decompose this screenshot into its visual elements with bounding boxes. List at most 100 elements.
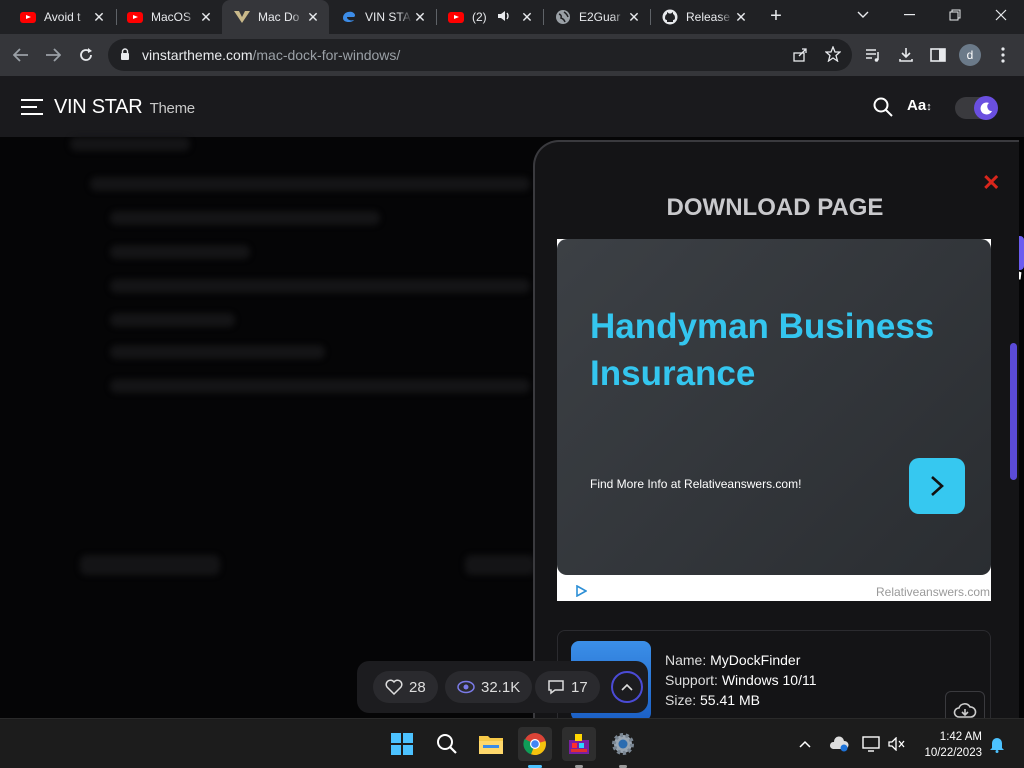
windows-taskbar: 1:42 AM 10/22/2023: [0, 718, 1024, 768]
clock-date: 10/22/2023: [924, 747, 982, 759]
download-icon[interactable]: [893, 42, 919, 68]
moon-icon: [974, 96, 998, 120]
tab-4[interactable]: VIN STA ✕: [329, 0, 436, 34]
hamburger-menu-icon[interactable]: [20, 98, 44, 121]
tab-title: Release: [686, 10, 731, 24]
start-button[interactable]: [385, 727, 419, 761]
ad-headline: Handyman Business Insurance: [590, 307, 935, 393]
youtube-icon: [20, 9, 36, 25]
tab-title: E2Guar: [579, 10, 621, 24]
reload-button[interactable]: [73, 42, 99, 68]
ad-arrow-button[interactable]: [909, 458, 965, 514]
file-support-row: Support: Windows 10/11: [665, 672, 817, 688]
audio-playing-icon[interactable]: [497, 10, 519, 25]
url-path: /mac-dock-for-windows/: [252, 47, 401, 63]
address-bar[interactable]: vinstartheme.com/mac-dock-for-windows/: [108, 39, 852, 71]
app-button[interactable]: [562, 727, 596, 768]
search-icon[interactable]: [873, 97, 893, 122]
restore-button[interactable]: [932, 0, 978, 30]
folder-icon: [479, 736, 503, 754]
close-tab-icon[interactable]: ✕: [91, 9, 107, 26]
font-size-label: Aa: [907, 97, 927, 114]
profile-avatar[interactable]: d: [957, 42, 983, 68]
taskbar-search-button[interactable]: [430, 727, 464, 761]
vinstar-icon: [234, 9, 250, 25]
tab-title: VIN STA: [365, 10, 411, 24]
show-hidden-icons-button[interactable]: [790, 727, 820, 761]
tab-5[interactable]: (2) ✕: [436, 0, 543, 34]
close-tab-icon[interactable]: ✕: [198, 9, 214, 26]
cloud-icon: [829, 736, 849, 752]
ad-domain[interactable]: Relativeanswers.com: [876, 585, 990, 599]
clock-time: 1:42 AM: [939, 731, 982, 743]
onedrive-tray-icon[interactable]: [824, 727, 854, 761]
speaker-muted-icon: [888, 737, 905, 751]
tab-6[interactable]: E2Guar ✕: [543, 0, 650, 34]
media-control-icon[interactable]: [860, 42, 886, 68]
chrome-icon: [523, 733, 546, 756]
advertisement[interactable]: Handyman Business Insurance Find More In…: [557, 239, 991, 601]
settings-button[interactable]: [606, 727, 640, 768]
comments-button[interactable]: 17: [535, 671, 600, 703]
url-domain: vinstartheme.com: [142, 47, 253, 63]
chrome-button[interactable]: [518, 727, 552, 768]
share-icon[interactable]: [792, 47, 808, 68]
side-panel-icon[interactable]: [925, 42, 951, 68]
views-counter: 32.1K: [445, 671, 533, 703]
modal-scrollbar[interactable]: [1010, 343, 1017, 480]
tab-search-button[interactable]: [840, 0, 886, 30]
file-name: MyDockFinder: [710, 652, 801, 668]
close-tab-icon[interactable]: ✕: [412, 9, 428, 26]
youtube-icon: [448, 9, 464, 25]
search-icon: [437, 734, 457, 754]
tab-title: Mac Do: [258, 10, 300, 24]
new-tab-button[interactable]: +: [764, 6, 788, 28]
cloud-download-icon[interactable]: [945, 691, 985, 720]
like-button[interactable]: 28: [373, 671, 438, 703]
adchoices-icon[interactable]: [576, 584, 588, 600]
tab-3-active[interactable]: Mac Do ✕: [222, 0, 329, 34]
tab-7[interactable]: Release ✕: [650, 0, 757, 34]
forward-button[interactable]: [40, 42, 66, 68]
volume-tray-icon[interactable]: [882, 727, 912, 761]
close-tab-icon[interactable]: ✕: [305, 9, 321, 26]
close-tab-icon[interactable]: ✕: [626, 9, 642, 26]
font-size-button[interactable]: Aa↕: [907, 97, 932, 114]
tab-2[interactable]: MacOS ✕: [115, 0, 222, 34]
site-header: VIN STAR Theme Aa↕: [0, 76, 1024, 137]
profile-initial: d: [959, 44, 981, 66]
menu-dots-icon[interactable]: [990, 42, 1016, 68]
browser-tab-strip: Avoid t ✕ MacOS ✕ Mac Do ✕ VIN STA ✕ (2)…: [0, 0, 1024, 34]
gear-icon: [612, 733, 634, 755]
tab-title: (2): [472, 10, 487, 24]
site-logo[interactable]: VIN STAR Theme: [54, 96, 195, 119]
chevron-up-icon: [799, 740, 811, 748]
file-explorer-button[interactable]: [474, 727, 508, 761]
url-text: vinstartheme.com/mac-dock-for-windows/: [142, 47, 400, 63]
file-support: Windows 10/11: [721, 672, 817, 688]
tab-1[interactable]: Avoid t ✕: [8, 0, 115, 34]
file-name-row: Name: MyDockFinder: [665, 652, 800, 668]
lock-icon[interactable]: [120, 48, 130, 66]
file-size: 55.41 MB: [700, 692, 760, 708]
modal-close-button[interactable]: ✕: [982, 170, 1000, 196]
close-tab-icon[interactable]: ✕: [733, 9, 749, 26]
ad-card[interactable]: Handyman Business Insurance Find More In…: [557, 239, 991, 575]
close-window-button[interactable]: [978, 0, 1024, 30]
github-icon: [662, 9, 678, 25]
dark-mode-toggle[interactable]: [955, 96, 998, 120]
view-count: 32.1K: [481, 678, 521, 696]
scroll-to-top-button[interactable]: [611, 671, 643, 703]
heart-icon: [385, 679, 403, 695]
colorful-app-icon: [569, 734, 589, 754]
close-tab-icon[interactable]: ✕: [519, 9, 535, 26]
file-size-label: Size:: [665, 692, 697, 708]
taskbar-clock[interactable]: 1:42 AM 10/22/2023: [912, 729, 982, 761]
minimize-button[interactable]: [886, 0, 932, 30]
notifications-button[interactable]: [985, 727, 1009, 761]
monitor-icon: [862, 736, 880, 752]
comment-icon: [548, 680, 564, 695]
eye-icon: [457, 680, 475, 694]
back-button[interactable]: [8, 42, 34, 68]
bookmark-star-icon[interactable]: [824, 45, 842, 67]
